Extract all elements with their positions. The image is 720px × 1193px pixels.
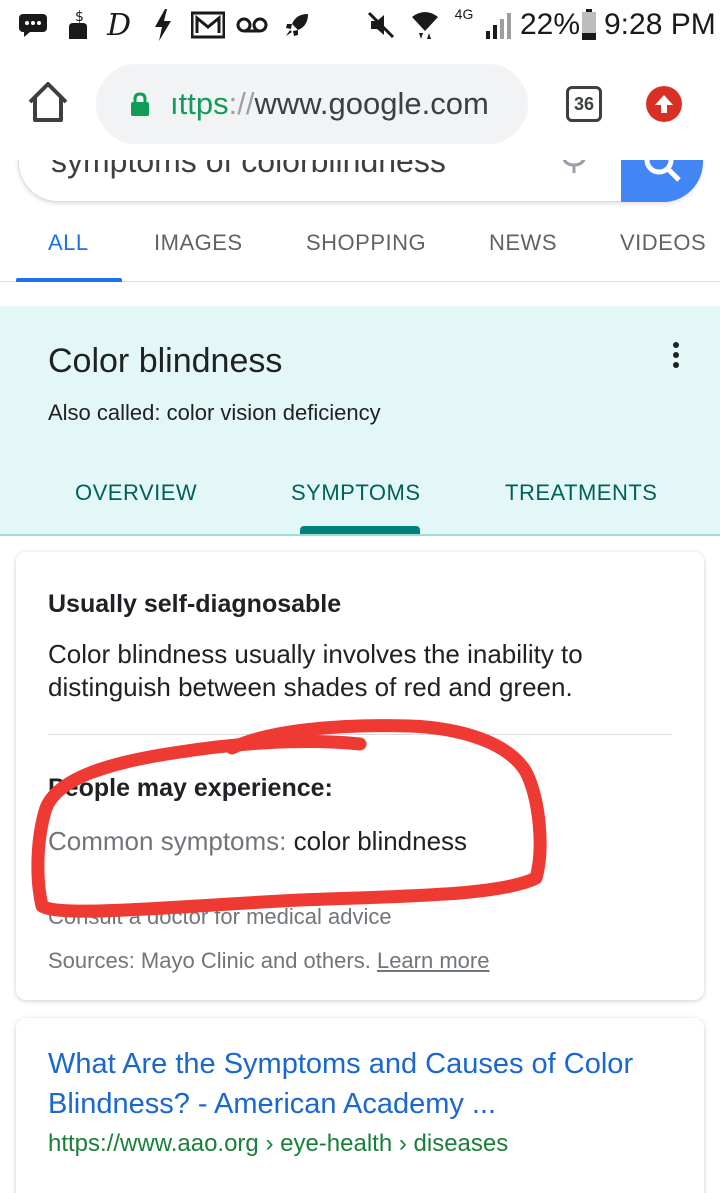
flash-icon (150, 8, 176, 42)
learn-more-link[interactable]: Learn more (377, 948, 490, 973)
card-heading: Usually self-diagnosable (48, 590, 342, 618)
panel-active-tab-indicator (300, 526, 420, 534)
tab-all[interactable]: ALL (48, 230, 89, 256)
panel-title: Color blindness (48, 342, 283, 380)
tab-switcher-button[interactable]: 36 (566, 86, 602, 122)
result-url: https://www.aao.org › eye-health › disea… (48, 1130, 509, 1157)
browser-toolbar: ıttps://www.google.com 36 (0, 50, 720, 160)
search-area: symptoms of colorblindness (0, 160, 720, 212)
mute-icon (366, 8, 396, 42)
address-bar[interactable]: ıttps://www.google.com (96, 64, 528, 144)
home-icon[interactable] (24, 80, 72, 128)
knowledge-panel-header: Color blindness Also called: color visio… (0, 306, 720, 536)
battery-percent: 22% (520, 8, 581, 41)
active-tab-indicator (16, 278, 122, 282)
wifi-icon (410, 8, 440, 42)
network-type: 4G (454, 6, 474, 22)
card-description: Color blindness usually involves the ina… (48, 639, 583, 702)
search-box[interactable]: symptoms of colorblindness (18, 160, 703, 202)
tab-videos[interactable]: VIDEOS (620, 230, 706, 256)
panel-subtitle: Also called: color vision deficiency (48, 400, 381, 425)
battery-icon (580, 8, 598, 42)
tab-symptoms[interactable]: SYMPTOMS (291, 480, 421, 506)
update-icon[interactable] (646, 86, 682, 122)
url-text: ıttps://www.google.com (170, 86, 489, 121)
clock: 9:28 PM (604, 8, 716, 41)
search-result[interactable]: What Are the Symptoms and Causes of Colo… (16, 1018, 704, 1193)
search-nav-tabs: ALL IMAGES SHOPPING NEWS VIDEOS (0, 212, 720, 282)
voicemail-icon (236, 8, 268, 42)
sources-line: Sources: Mayo Clinic and others. Learn m… (48, 948, 490, 973)
rocket-icon (282, 8, 312, 42)
hand-dollar-icon: $ (62, 8, 92, 42)
tab-treatments[interactable]: TREATMENTS (505, 480, 657, 506)
status-bar: $ D 4G 22% 9:28 PM (0, 0, 720, 50)
svg-text:$: $ (75, 9, 84, 25)
more-options-icon[interactable] (664, 342, 688, 374)
experience-heading: People may experience: (48, 774, 333, 802)
result-title-link[interactable]: What Are the Symptoms and Causes of Colo… (48, 1044, 688, 1124)
search-button[interactable] (621, 160, 703, 202)
signal-icon (484, 8, 514, 42)
message-icon (18, 8, 48, 42)
tab-images[interactable]: IMAGES (154, 230, 243, 256)
symptoms-card: Usually self-diagnosable Color blindness… (16, 552, 704, 1000)
gmail-icon (190, 8, 226, 42)
mic-icon[interactable] (559, 160, 589, 175)
tab-overview[interactable]: OVERVIEW (75, 480, 197, 506)
tab-news[interactable]: NEWS (489, 230, 557, 256)
d-app-icon: D (106, 7, 132, 43)
common-symptoms: Common symptoms: color blindness (48, 826, 468, 856)
consult-note: Consult a doctor for medical advice (48, 904, 392, 929)
divider (48, 734, 672, 735)
lock-icon (130, 92, 150, 116)
tab-shopping[interactable]: SHOPPING (306, 230, 426, 256)
search-query[interactable]: symptoms of colorblindness (51, 160, 446, 180)
search-icon (644, 160, 681, 182)
